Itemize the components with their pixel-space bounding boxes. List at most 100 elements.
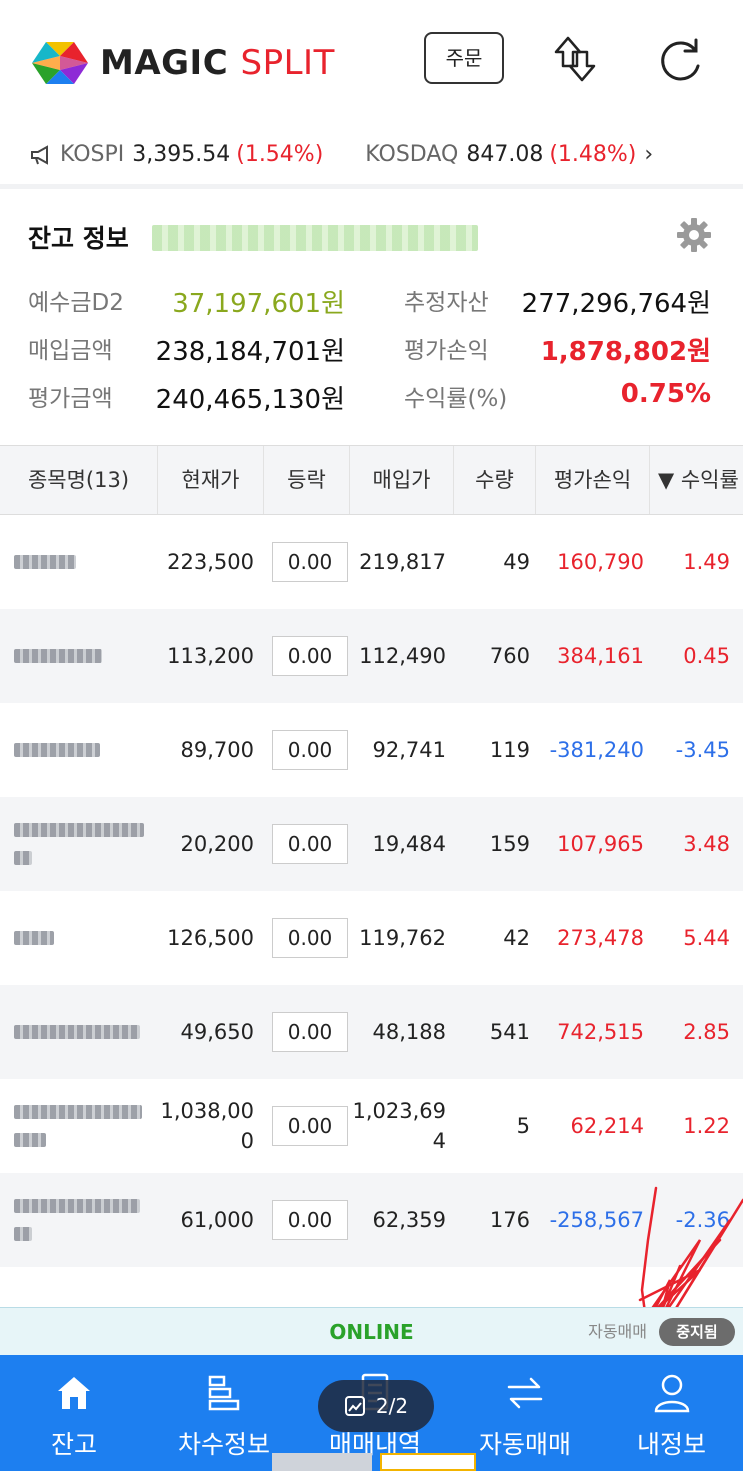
quantity: 49 [503,550,530,574]
megaphone-icon [31,144,48,165]
balance-row-3: 평가금액 240,465,130원 수익률(%) 0.75% [0,379,743,419]
quantity: 760 [489,644,530,668]
table-row[interactable]: 113,200 0.00 112,490 760 384,161 0.45 [0,609,743,703]
thumbnail-1[interactable] [272,1453,372,1471]
stock-name-blurred [14,1267,146,1307]
kosdaq-change: (1.48%) [549,142,637,167]
app-header: MAGIC SPLIT 주문 [0,0,743,125]
table-row[interactable]: 223,500 0.00 219,817 49 160,790 1.49 [0,515,743,609]
eval-pl: 160,790 [557,550,644,574]
col-current-price[interactable]: 현재가 [158,446,264,514]
est-assets-value: 277,296,764원 [521,289,711,319]
est-assets-label: 추정자산 [404,290,489,316]
current-price: 113,200 [167,644,254,668]
buy-price: 48,188 [372,1020,446,1044]
change-input[interactable]: 0.00 [272,918,348,958]
change-input[interactable]: 0.00 [272,1012,348,1052]
nav-label: 잔고 [50,1430,97,1459]
eval-amount-value: 240,465,130원 [155,385,345,415]
change-input[interactable]: 0.00 [272,1200,348,1240]
current-price: 1,038,00 0 [150,1079,254,1173]
eval-amount-label: 평가금액 [28,386,113,412]
eval-pl: -258,567 [549,1208,644,1232]
table-row[interactable]: 89,700 0.00 92,741 119 -381,240 -3.45 [0,703,743,797]
change-input[interactable]: 0.00 [272,730,348,770]
sync-swap-icon[interactable] [548,32,602,86]
buy-price: 119,762 [359,926,446,950]
col-return-rate[interactable]: ▼ 수익률 [650,446,743,514]
kosdaq-label: KOSDAQ [365,142,459,167]
buy-price: 19,484 [372,832,446,856]
table-row-partial[interactable] [0,1267,743,1307]
col-quantity[interactable]: 수량 [454,446,536,514]
pager-count: 2/2 [375,1394,409,1418]
eval-pl: -381,240 [549,738,644,762]
balance-panel: 잔고 정보 예수금D2 37,197,601원 추정자산 277,296,764… [0,195,743,445]
current-price: 49,650 [180,1020,254,1044]
current-price-line1: 1,038,00 [160,1099,254,1123]
kospi-change: (1.54%) [236,142,324,167]
return-rate: 2.85 [683,1020,730,1044]
change-input[interactable]: 0.00 [272,636,348,676]
table-row[interactable]: 49,650 0.00 48,188 541 742,515 2.85 [0,985,743,1079]
buy-price-line2: 4 [432,1129,446,1153]
quantity: 42 [503,926,530,950]
brand-split: SPLIT [240,43,335,83]
stock-name-blurred [14,703,146,797]
market-ticker[interactable]: KOSPI 3,395.54 (1.54%) KOSDAQ 847.08 (1.… [0,125,743,189]
buy-price: 112,490 [359,644,446,668]
list-steps-icon [208,1375,240,1411]
stock-name-blurred [14,891,146,985]
quantity: 159 [489,832,530,856]
connection-status-bar: ONLINE 자동매매 중지됨 [0,1307,743,1355]
gear-icon[interactable] [676,217,712,253]
quantity: 5 [516,1114,530,1138]
col-buy-price[interactable]: 매입가 [350,446,454,514]
holdings-table-body[interactable]: 223,500 0.00 219,817 49 160,790 1.49 113… [0,515,743,1307]
nav-item-my-info[interactable]: 내정보 [600,1355,743,1471]
image-thumbnails[interactable] [272,1453,478,1471]
deposit-value: 37,197,601원 [172,289,345,319]
refresh-icon[interactable] [655,36,705,86]
change-input[interactable]: 0.00 [272,1106,348,1146]
stock-name-blurred [14,609,146,703]
col-stock-name[interactable]: 종목명(13) [0,446,158,514]
chevron-right-icon[interactable]: › [644,142,653,167]
return-rate: 5.44 [683,926,730,950]
order-button[interactable]: 주문 [424,32,504,84]
table-row[interactable]: 1,038,00 0 0.00 1,023,69 4 5 62,214 1.22 [0,1079,743,1173]
change-input[interactable]: 0.00 [272,542,348,582]
buy-price: 92,741 [372,738,446,762]
eval-pl-label: 평가손익 [404,338,489,364]
table-row[interactable]: 20,200 0.00 19,484 159 107,965 3.48 [0,797,743,891]
table-row[interactable]: 126,500 0.00 119,762 42 273,478 5.44 [0,891,743,985]
current-price: 126,500 [167,926,254,950]
col-eval-pl[interactable]: 평가손익 [536,446,650,514]
kospi-label: KOSPI [60,142,125,167]
current-price: 223,500 [167,550,254,574]
nav-label: 내정보 [636,1430,706,1459]
return-rate: 1.49 [683,550,730,574]
nav-item-balance[interactable]: 잔고 [0,1355,148,1471]
table-row[interactable]: 61,000 0.00 62,359 176 -258,567 -2.36 [0,1173,743,1267]
deposit-label: 예수금D2 [28,290,124,316]
current-price: 89,700 [180,738,254,762]
eval-pl: 742,515 [557,1020,644,1044]
home-icon [58,1377,90,1409]
change-input[interactable]: 0.00 [272,824,348,864]
return-rate: -2.36 [675,1208,730,1232]
stock-name-blurred [14,515,146,609]
stock-name-blurred [14,1079,146,1173]
swap-arrows-icon [507,1377,543,1409]
holdings-table-header: 종목명(13) 현재가 등락 매입가 수량 평가손익 ▼ 수익률 [0,445,743,515]
col-change[interactable]: 등락 [264,446,350,514]
current-price: 61,000 [180,1208,254,1232]
purchase-value: 238,184,701원 [155,337,345,367]
current-price: 20,200 [180,832,254,856]
auto-trade-state-badge[interactable]: 중지됨 [659,1318,735,1346]
buy-price: 62,359 [372,1208,446,1232]
brand-magic: MAGIC [100,43,229,83]
image-pager-badge[interactable]: 2/2 [318,1380,434,1432]
thumbnail-2-selected[interactable] [380,1453,476,1471]
balance-title: 잔고 정보 [28,224,129,253]
